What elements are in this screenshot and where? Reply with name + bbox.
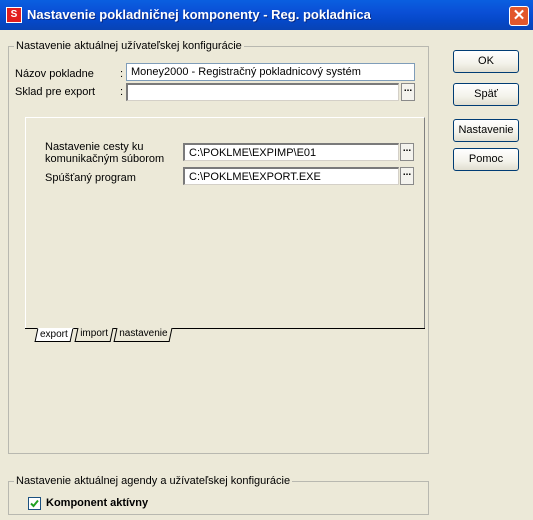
tab-export-label: export: [40, 329, 68, 340]
tab-export[interactable]: export: [34, 328, 74, 342]
window-title: Nastavenie pokladničnej komponenty - Reg…: [27, 7, 371, 22]
stock-colon: :: [120, 86, 124, 98]
program-label: Spúšťaný program: [45, 172, 136, 184]
stock-field[interactable]: [126, 83, 399, 101]
agenda-config-legend: Nastavenie aktuálnej agendy a užívateľsk…: [14, 475, 293, 487]
tab-import[interactable]: import: [74, 328, 114, 342]
tab-nastavenie-label: nastavenie: [119, 328, 168, 339]
path-label-line2: komunikačným súborom: [45, 153, 165, 165]
component-active-checkbox[interactable]: [28, 497, 41, 510]
user-config-legend: Nastavenie aktuálnej užívateľskej konfig…: [14, 40, 244, 52]
checkmark-icon: [30, 499, 39, 508]
title-bar[interactable]: S Nastavenie pokladničnej komponenty - R…: [0, 0, 533, 30]
help-button[interactable]: Pomoc: [453, 148, 519, 171]
close-button[interactable]: ✕: [509, 6, 529, 26]
path-label-line1: Nastavenie cesty ku: [45, 141, 144, 153]
ok-button[interactable]: OK: [453, 50, 519, 73]
program-field[interactable]: C:\POKLME\EXPORT.EXE: [183, 167, 399, 185]
path-field[interactable]: C:\POKLME\EXPIMP\E01: [183, 143, 399, 161]
app-icon: S: [6, 7, 22, 23]
program-browse-button[interactable]: ...: [400, 167, 414, 185]
back-button[interactable]: Späť: [453, 83, 519, 106]
register-name-label: Názov pokladne: [15, 68, 94, 80]
register-name-colon: :: [120, 68, 124, 80]
dialog-window: S Nastavenie pokladničnej komponenty - R…: [0, 0, 533, 520]
register-name-field[interactable]: Money2000 - Registračný pokladnicový sys…: [126, 63, 415, 81]
component-active-label: Komponent aktívny: [46, 497, 149, 509]
settings-button[interactable]: Nastavenie: [453, 119, 519, 142]
path-browse-button[interactable]: ...: [400, 143, 414, 161]
stock-browse-button[interactable]: ...: [401, 83, 415, 101]
tab-nastavenie[interactable]: nastavenie: [113, 328, 173, 342]
tab-import-label: import: [80, 328, 109, 339]
stock-label: Sklad pre export: [15, 86, 96, 98]
